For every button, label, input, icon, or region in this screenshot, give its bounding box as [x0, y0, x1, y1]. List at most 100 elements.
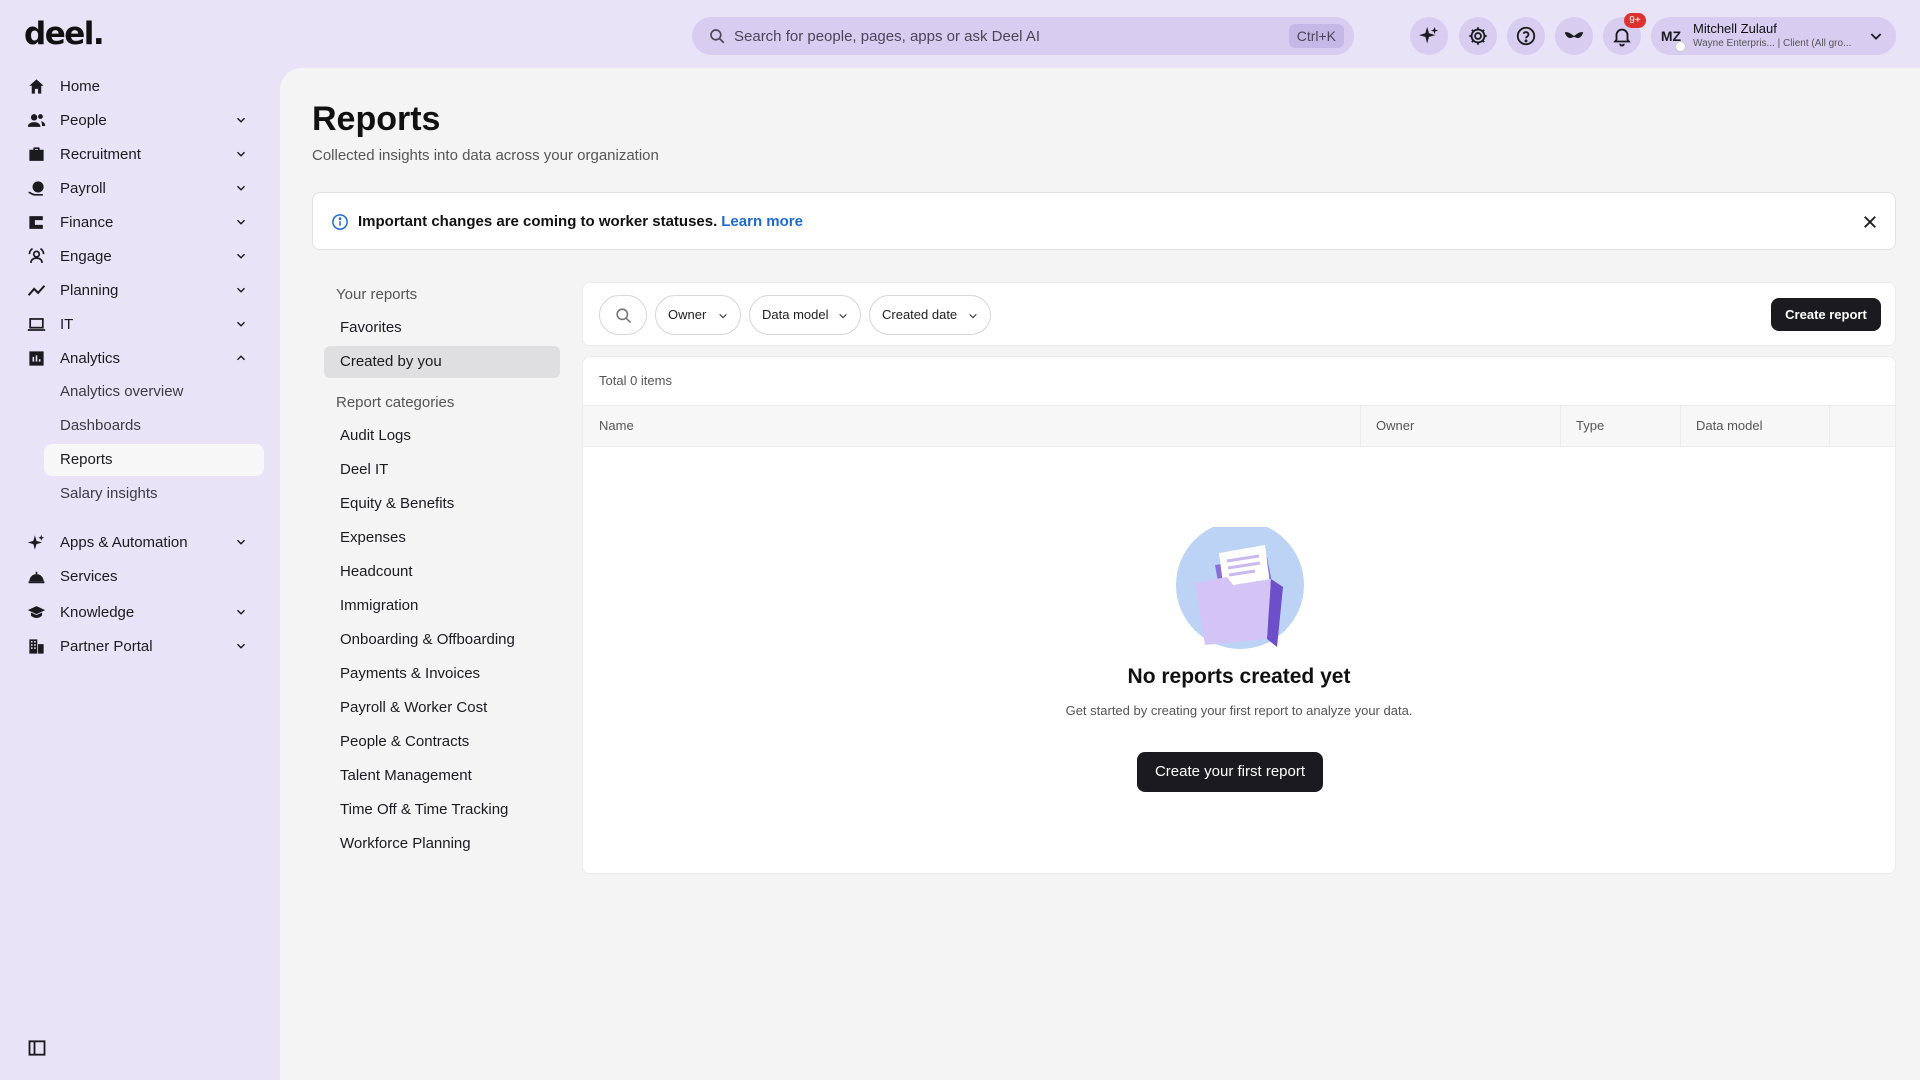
info-banner: Important changes are coming to worker s…: [312, 192, 1896, 250]
sidebar-item-label: Knowledge: [60, 603, 135, 621]
column-header-name[interactable]: Name: [599, 418, 634, 433]
page-title: Reports: [312, 100, 441, 138]
sidebar-item-label: Analytics: [60, 349, 121, 367]
chevron-down-icon: [236, 287, 246, 293]
chevron-down-icon: [236, 151, 246, 157]
sidebar-item-engage[interactable]: Engage: [26, 241, 256, 271]
graduation-cap-icon: [27, 605, 45, 618]
sidebar-item-finance[interactable]: Finance: [26, 207, 256, 237]
report-categories-heading: Report categories: [336, 394, 455, 411]
sidebar-subitem-analytics-overview[interactable]: Analytics overview: [44, 376, 264, 408]
chevron-down-icon: [1870, 33, 1882, 40]
nav-created-by-you[interactable]: Created by you: [324, 346, 560, 378]
sidebar-item-label: IT: [60, 315, 74, 333]
chevron-down-icon: [839, 313, 847, 319]
create-first-report-button[interactable]: Create your first report: [1137, 752, 1323, 792]
category-item[interactable]: Immigration: [324, 590, 560, 622]
created-date-filter[interactable]: Created date: [869, 295, 991, 335]
chevron-down-icon: [236, 117, 246, 123]
category-item[interactable]: Time Off & Time Tracking: [324, 794, 560, 826]
help-button[interactable]: [1507, 17, 1545, 55]
settings-button[interactable]: [1459, 17, 1497, 55]
category-item[interactable]: People & Contracts: [324, 726, 560, 758]
help-circle-icon: [1516, 26, 1536, 46]
sidebar-item-label: Apps & Automation: [60, 533, 188, 551]
sidebar-item-label: People: [60, 111, 107, 129]
total-items: Total 0 items: [599, 373, 672, 388]
page-subtitle: Collected insights into data across your…: [312, 147, 659, 164]
top-bar: deel. Search for people, pages, apps or …: [0, 0, 1920, 70]
sparkle-icon: [27, 534, 44, 550]
search-placeholder: Search for people, pages, apps or ask De…: [734, 28, 1041, 45]
category-item[interactable]: Headcount: [324, 556, 560, 588]
column-header-type[interactable]: Type: [1576, 418, 1604, 433]
filter-bar: Owner Data model Created date Create rep…: [582, 282, 1896, 346]
column-divider: [1680, 406, 1681, 446]
learn-more-link[interactable]: Learn more: [721, 213, 803, 230]
sidebar-subitem-dashboards[interactable]: Dashboards: [44, 410, 264, 442]
sidebar-item-knowledge[interactable]: Knowledge: [26, 597, 256, 627]
category-item[interactable]: Payments & Invoices: [324, 658, 560, 690]
close-icon[interactable]: [1861, 213, 1879, 231]
building-icon: [28, 638, 44, 654]
chevron-up-icon: [236, 355, 246, 361]
column-header-owner[interactable]: Owner: [1376, 418, 1414, 433]
sidebar: Home People Recruitment Payroll Finance …: [0, 70, 280, 1080]
your-reports-heading: Your reports: [336, 286, 418, 303]
category-item[interactable]: Equity & Benefits: [324, 488, 560, 520]
sidebar-item-people[interactable]: People: [26, 105, 256, 135]
deel-logo[interactable]: deel.: [24, 16, 105, 52]
category-item[interactable]: Audit Logs: [324, 420, 560, 452]
engage-icon: [28, 247, 44, 263]
report-search-button[interactable]: [599, 295, 647, 335]
sparkle-icon: [1418, 26, 1439, 44]
sidebar-item-label: Planning: [60, 281, 119, 299]
sidebar-item-analytics[interactable]: Analytics: [26, 343, 256, 373]
sidebar-item-apps-automation[interactable]: Apps & Automation: [26, 527, 256, 557]
payroll-icon: [28, 180, 44, 196]
incognito-button[interactable]: [1555, 17, 1593, 55]
global-search[interactable]: Search for people, pages, apps or ask De…: [692, 17, 1354, 55]
create-report-button[interactable]: Create report: [1771, 298, 1881, 331]
category-item[interactable]: Expenses: [324, 522, 560, 554]
sidebar-item-payroll[interactable]: Payroll: [26, 173, 256, 203]
user-menu[interactable]: MZ Mitchell Zulauf Wayne Enterpris... | …: [1651, 17, 1896, 55]
sidebar-subitem-reports[interactable]: Reports: [44, 444, 264, 476]
sidebar-item-home[interactable]: Home: [26, 71, 256, 101]
column-divider: [1560, 406, 1561, 446]
category-item[interactable]: Talent Management: [324, 760, 560, 792]
chevron-down-icon: [969, 313, 977, 319]
sidebar-subitem-salary-insights[interactable]: Salary insights: [44, 478, 264, 510]
sidebar-item-services[interactable]: Services: [26, 561, 256, 591]
chevron-down-icon: [236, 219, 246, 225]
column-divider: [1829, 406, 1830, 446]
sidebar-item-it[interactable]: IT: [26, 309, 256, 339]
chevron-down-icon: [236, 539, 246, 545]
category-item[interactable]: Deel IT: [324, 454, 560, 486]
ai-sparkle-button[interactable]: [1410, 17, 1448, 55]
notification-badge: 9+: [1624, 13, 1646, 28]
banner-message: Important changes are coming to worker s…: [358, 213, 718, 230]
trend-icon: [27, 284, 45, 296]
home-icon: [28, 78, 44, 94]
sidebar-item-partner-portal[interactable]: Partner Portal: [26, 631, 256, 661]
column-header-data-model[interactable]: Data model: [1696, 418, 1762, 433]
owner-filter-label: Owner: [668, 307, 707, 322]
owner-filter[interactable]: Owner: [655, 295, 741, 335]
sidebar-item-planning[interactable]: Planning: [26, 275, 256, 305]
user-name: Mitchell Zulauf: [1693, 21, 1777, 36]
laptop-icon: [27, 317, 45, 331]
sidebar-collapse-icon[interactable]: [27, 1038, 47, 1058]
data-model-filter[interactable]: Data model: [749, 295, 861, 335]
sidebar-item-label: Partner Portal: [60, 637, 153, 655]
sidebar-item-recruitment[interactable]: Recruitment: [26, 139, 256, 169]
status-dot: [1675, 41, 1686, 52]
category-item[interactable]: Workforce Planning: [324, 828, 560, 860]
nav-favorites[interactable]: Favorites: [324, 312, 560, 344]
category-item[interactable]: Payroll & Worker Cost: [324, 692, 560, 724]
category-item[interactable]: Onboarding & Offboarding: [324, 624, 560, 656]
banner-text: Important changes are coming to worker s…: [358, 213, 803, 230]
sidebar-item-label: Payroll: [60, 179, 106, 197]
wallet-icon: [28, 215, 43, 229]
search-icon: [616, 308, 632, 324]
